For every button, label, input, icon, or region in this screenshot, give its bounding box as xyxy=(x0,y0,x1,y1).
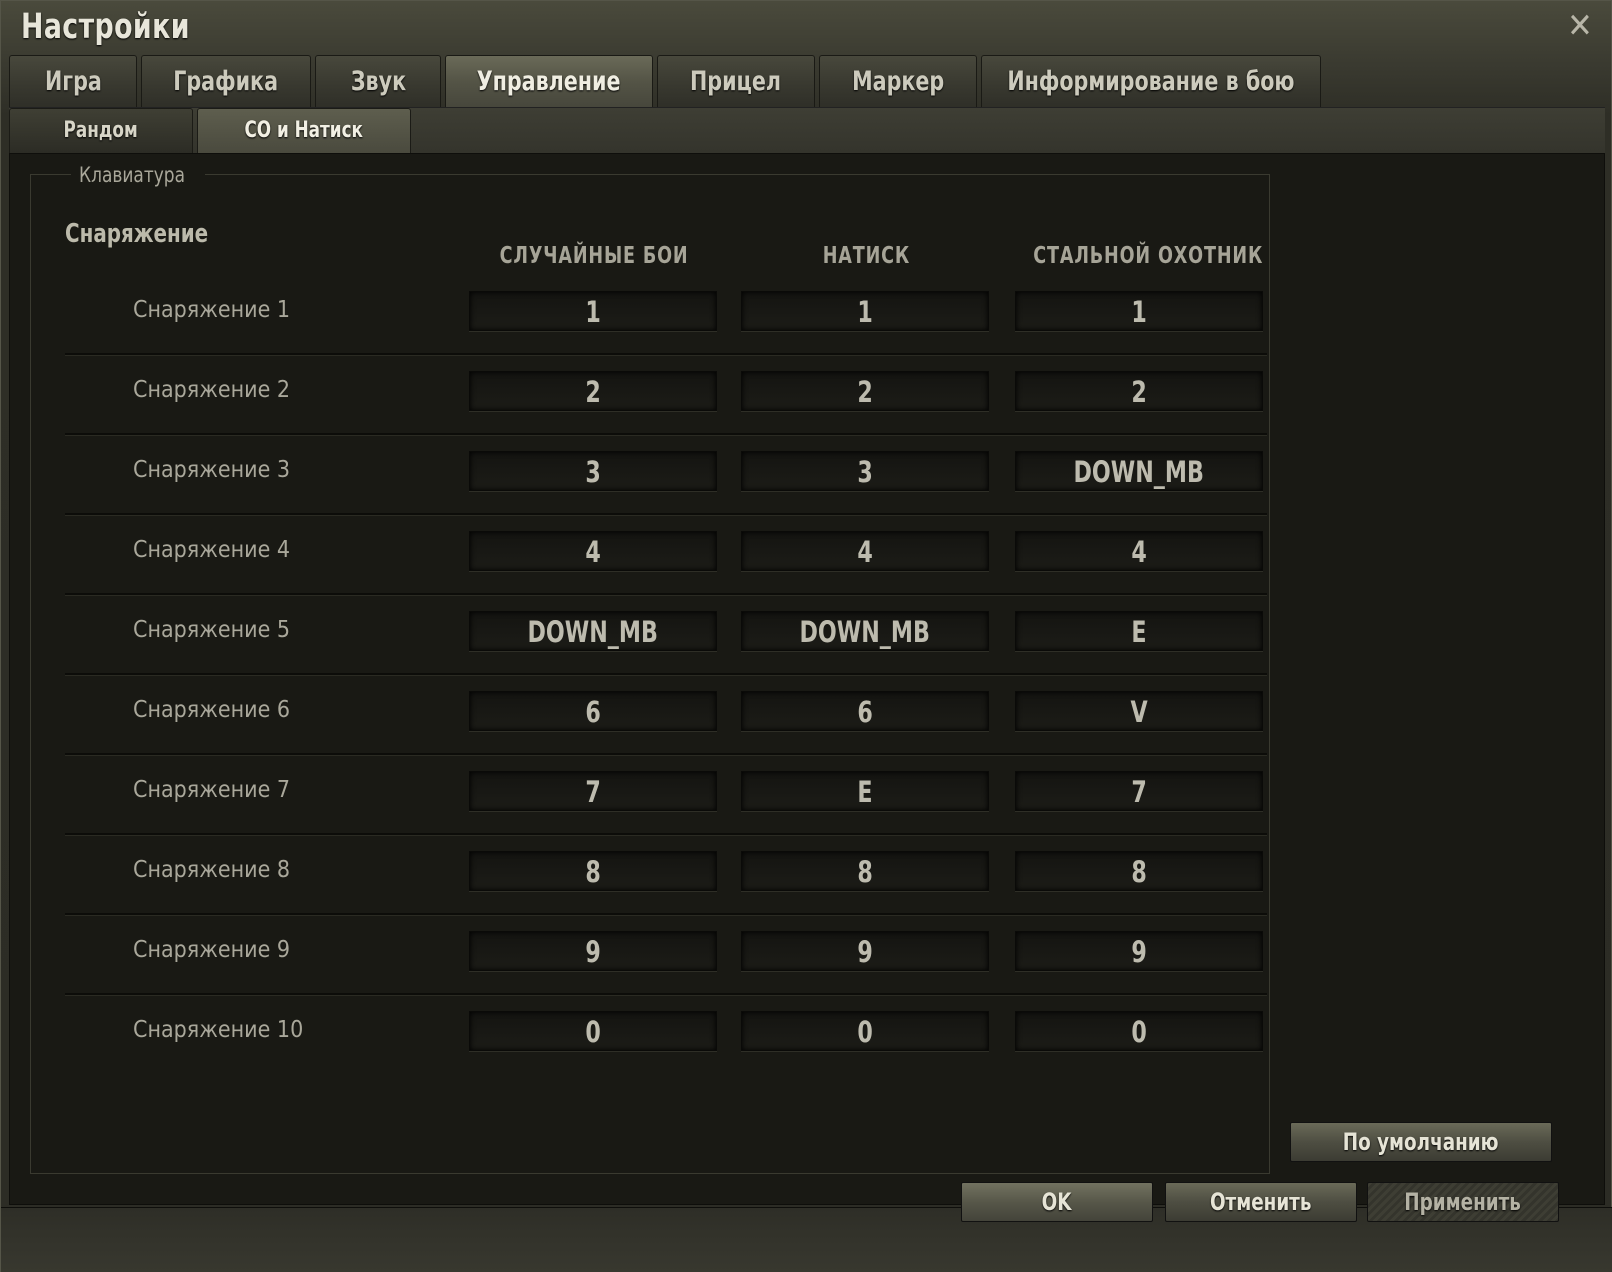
apply-button[interactable]: Применить xyxy=(1367,1182,1559,1222)
key-binding-field[interactable]: V xyxy=(1015,691,1263,731)
keybind-row-label: Снаряжение 3 xyxy=(133,457,291,483)
subtabs-bar: Рандом СО и Натиск xyxy=(9,107,1605,154)
keybind-row-label: Снаряжение 9 xyxy=(133,937,291,963)
footer-bar: OK Отменить Применить xyxy=(1,1182,1612,1272)
key-binding-field[interactable]: 2 xyxy=(469,371,717,411)
keybind-row: Снаряжение 7 7E7 xyxy=(65,755,1267,835)
tab-graphics[interactable]: Графика xyxy=(141,55,311,107)
keybind-row: Снаряжение 9999 xyxy=(65,915,1267,995)
keyboard-group-label: Клавиатура xyxy=(71,163,205,187)
key-binding-field[interactable]: 4 xyxy=(1015,531,1263,571)
keybind-row: Снаряжение 5 DOWN_MB DOWN_MB E xyxy=(65,595,1267,675)
key-binding-field[interactable]: 6 xyxy=(469,691,717,731)
close-icon[interactable]: ✕ xyxy=(1563,9,1597,43)
key-binding-field[interactable]: E xyxy=(741,771,989,811)
key-binding-field[interactable]: 8 xyxy=(1015,851,1263,891)
column-header-steel-hunter: СТАЛЬНОЙ ОХОТНИК xyxy=(1033,243,1264,269)
key-binding-field[interactable]: 4 xyxy=(469,531,717,571)
keyboard-group: Клавиатура Снаряжение СЛУЧАЙНЫЕ БОИ НАТИ… xyxy=(30,163,1270,1174)
window-title: Настройки xyxy=(21,7,190,47)
column-header-natisk: НАТИСК xyxy=(822,243,910,269)
key-binding-field[interactable]: 1 xyxy=(469,291,717,331)
key-binding-field[interactable]: 7 xyxy=(469,771,717,811)
key-binding-field[interactable]: 2 xyxy=(741,371,989,411)
tab-battle-notifications[interactable]: Информирование в бою xyxy=(981,55,1321,107)
keybind-row: Снаряжение 10 0 0 0 xyxy=(65,995,1267,1075)
keybind-row: Снаряжение 1111 xyxy=(65,275,1267,355)
key-binding-field[interactable]: DOWN_MB xyxy=(741,611,989,651)
key-binding-field[interactable]: 1 xyxy=(1015,291,1263,331)
tab-marker[interactable]: Маркер xyxy=(819,55,977,107)
settings-window: Настройки ✕ Игра Графика Звук Управление… xyxy=(0,0,1612,1272)
key-binding-field[interactable]: 4 xyxy=(741,531,989,571)
keybind-row-label: Снаряжение 5 xyxy=(133,617,291,643)
key-binding-field[interactable]: 9 xyxy=(741,931,989,971)
main-tabs: Игра Графика Звук Управление Прицел Марк… xyxy=(9,55,1325,107)
keybind-row: Снаряжение 666V xyxy=(65,675,1267,755)
key-binding-field[interactable]: 8 xyxy=(741,851,989,891)
tab-aim[interactable]: Прицел xyxy=(657,55,815,107)
keybind-row-label: Снаряжение 6 xyxy=(133,697,291,723)
key-binding-field[interactable]: 9 xyxy=(1015,931,1263,971)
key-binding-field[interactable]: 0 xyxy=(469,1011,717,1051)
key-binding-field[interactable]: 1 xyxy=(741,291,989,331)
key-binding-field[interactable]: 0 xyxy=(741,1011,989,1051)
keybind-row-label: Снаряжение 10 xyxy=(133,1017,304,1043)
keybind-row-label: Снаряжение 8 xyxy=(133,857,291,883)
key-binding-field[interactable]: 3 xyxy=(469,451,717,491)
key-binding-field[interactable]: 0 xyxy=(1015,1011,1263,1051)
keybind-row: Снаряжение 4444 xyxy=(65,515,1267,595)
cancel-button[interactable]: Отменить xyxy=(1165,1182,1357,1222)
content-panel: Клавиатура Снаряжение СЛУЧАЙНЫЕ БОИ НАТИ… xyxy=(9,153,1605,1205)
key-binding-field[interactable]: 2 xyxy=(1015,371,1263,411)
keybind-row: Снаряжение 3 3 3 DOWN_MB xyxy=(65,435,1267,515)
key-binding-field[interactable]: 9 xyxy=(469,931,717,971)
keybind-row: Снаряжение 8888 xyxy=(65,835,1267,915)
key-binding-field[interactable]: DOWN_MB xyxy=(1015,451,1263,491)
subtab-so-natisk[interactable]: СО и Натиск xyxy=(197,108,411,154)
tab-game[interactable]: Игра xyxy=(9,55,137,107)
keybind-row-label: Снаряжение 7 xyxy=(133,777,291,803)
keybind-row-label: Снаряжение 4 xyxy=(133,537,291,563)
key-binding-field[interactable]: 8 xyxy=(469,851,717,891)
tab-sound[interactable]: Звук xyxy=(315,55,441,107)
subtab-random[interactable]: Рандом xyxy=(9,108,193,154)
key-binding-field[interactable]: E xyxy=(1015,611,1263,651)
column-header-random: СЛУЧАЙНЫЕ БОИ xyxy=(499,243,689,269)
keybind-row-label: Снаряжение 2 xyxy=(133,377,291,403)
tab-controls[interactable]: Управление xyxy=(445,55,653,107)
defaults-button[interactable]: По умолчанию xyxy=(1290,1122,1552,1162)
keybind-row: Снаряжение 2222 xyxy=(65,355,1267,435)
keybind-row-label: Снаряжение 1 xyxy=(133,297,291,323)
key-binding-field[interactable]: 3 xyxy=(741,451,989,491)
section-title: Снаряжение xyxy=(65,219,209,249)
ok-button[interactable]: OK xyxy=(961,1182,1153,1222)
key-binding-field[interactable]: DOWN_MB xyxy=(469,611,717,651)
key-binding-field[interactable]: 7 xyxy=(1015,771,1263,811)
key-binding-field[interactable]: 6 xyxy=(741,691,989,731)
